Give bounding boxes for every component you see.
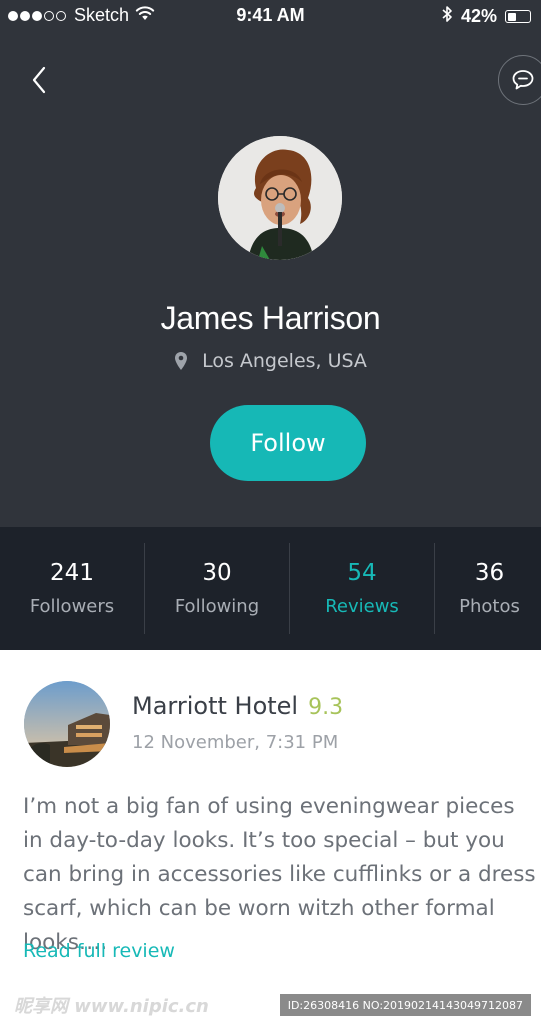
read-full-review-link[interactable]: Read full review (23, 940, 175, 962)
status-right: 42% (441, 5, 531, 28)
profile-avatar (218, 136, 342, 260)
stat-label: Photos (459, 596, 520, 617)
chevron-left-icon (32, 66, 46, 94)
stat-label: Followers (29, 596, 115, 617)
battery-percent: 42% (460, 6, 497, 26)
follow-button[interactable]: Follow (210, 405, 366, 481)
hotel-rating: 9.3 (308, 695, 344, 720)
profile-name: James Harrison (160, 300, 381, 336)
profile-header: Sketch 9:41 AM 42% James Harrison Los An… (0, 0, 541, 527)
review-text: I’m not a big fan of using eveningwear p… (23, 794, 536, 955)
review-date: 12 November, 7:31 PM (132, 732, 339, 753)
stat-label: Reviews (325, 596, 399, 617)
watermark-logo: 昵享网 www.nipic.cn (14, 996, 209, 1017)
profile-location: Los Angeles, USA (0, 350, 541, 372)
status-bar: Sketch 9:41 AM 42% (0, 0, 541, 32)
stat-followers[interactable]: 241 Followers (0, 527, 144, 650)
stat-value: 36 (474, 560, 505, 586)
stat-following[interactable]: 30 Following (145, 527, 289, 650)
chat-bubble-icon (512, 70, 534, 90)
back-button[interactable] (22, 62, 56, 98)
map-pin-icon (174, 351, 188, 371)
watermark-id: ID:26308416 NO:20190214143049712087 (279, 994, 531, 1016)
bluetooth-icon (441, 5, 453, 28)
battery-level-fill (507, 12, 516, 21)
battery-icon (505, 10, 531, 23)
message-button[interactable] (498, 55, 541, 105)
stat-value: 54 (347, 560, 377, 586)
hotel-thumbnail[interactable] (24, 681, 110, 767)
stat-value: 30 (202, 560, 232, 586)
review-title-row: Marriott Hotel 9.3 (132, 692, 343, 720)
review-card: Marriott Hotel 9.3 12 November, 7:31 PM … (0, 650, 541, 1024)
location-text: Los Angeles, USA (202, 350, 367, 372)
stat-reviews[interactable]: 54 Reviews (290, 527, 434, 650)
hotel-name[interactable]: Marriott Hotel (132, 692, 298, 720)
stat-photos[interactable]: 36 Photos (435, 527, 541, 650)
stat-label: Following (174, 596, 260, 617)
stat-value: 241 (50, 560, 94, 586)
stats-bar: 241 Followers 30 Following 54 Reviews 36… (0, 527, 541, 650)
